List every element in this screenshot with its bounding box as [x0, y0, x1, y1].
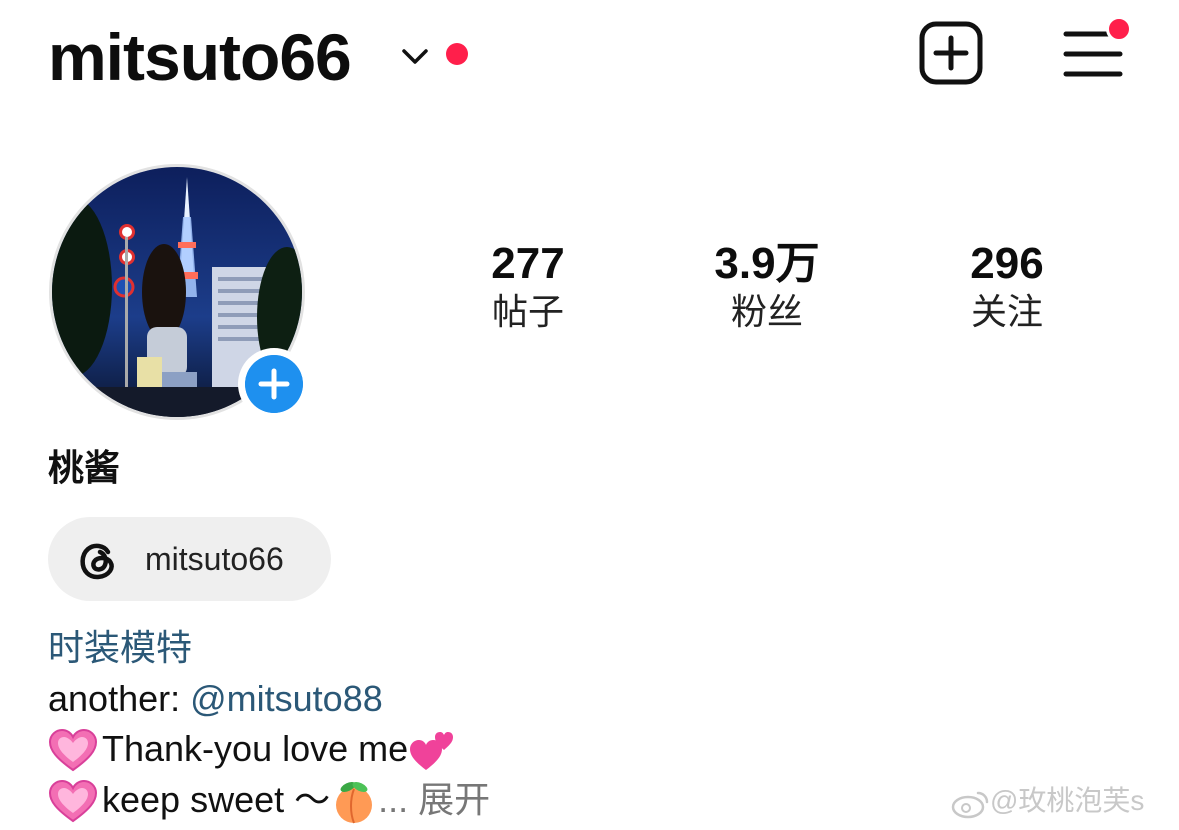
bio-line-1: another: @mitsuto88: [48, 677, 383, 721]
mention-link[interactable]: @mitsuto88: [190, 678, 383, 719]
following-count: 296: [970, 239, 1044, 288]
posts-label: 帖子: [491, 291, 564, 332]
create-post-icon[interactable]: [918, 20, 984, 86]
bio-line-2: Thank-you love me: [48, 727, 456, 774]
threads-handle: mitsuto66: [145, 541, 284, 577]
threads-icon: [80, 543, 114, 580]
profile-username[interactable]: mitsuto66: [48, 18, 352, 96]
weibo-icon: [951, 791, 989, 818]
bio-line-3: keep sweet ～ ... 展开: [48, 778, 490, 825]
display-name: 桃酱: [48, 447, 121, 488]
peach-icon: [336, 782, 373, 824]
watermark-text: @玫桃泡芙s: [990, 785, 1145, 816]
two-hearts-icon: [410, 732, 454, 771]
chevron-down-icon[interactable]: [400, 44, 430, 68]
watermark: @玫桃泡芙s: [950, 783, 1144, 819]
followers-label: 粉丝: [730, 291, 803, 332]
ellipsis-text: ...: [378, 779, 409, 820]
posts-count: 277: [491, 239, 565, 288]
expand-bio-link[interactable]: 展开: [418, 779, 490, 820]
profile-category: 时装模特: [48, 627, 193, 668]
menu-notification-dot-icon: [1106, 16, 1132, 42]
bio-text: keep sweet ～: [102, 779, 331, 820]
pink-heart-icon: [48, 729, 98, 772]
plus-icon[interactable]: [245, 355, 303, 413]
bio-text: Thank-you love me: [102, 728, 409, 769]
posts-stat[interactable]: 277 帖子: [438, 238, 618, 334]
pink-heart-icon: [48, 780, 98, 823]
bio-prefix: another:: [48, 678, 191, 719]
following-stat[interactable]: 296 关注: [917, 238, 1097, 334]
following-label: 关注: [970, 291, 1043, 332]
notification-dot-icon: [446, 43, 468, 65]
followers-count: 3.9万: [714, 239, 820, 288]
followers-stat[interactable]: 3.9万 粉丝: [677, 238, 857, 334]
